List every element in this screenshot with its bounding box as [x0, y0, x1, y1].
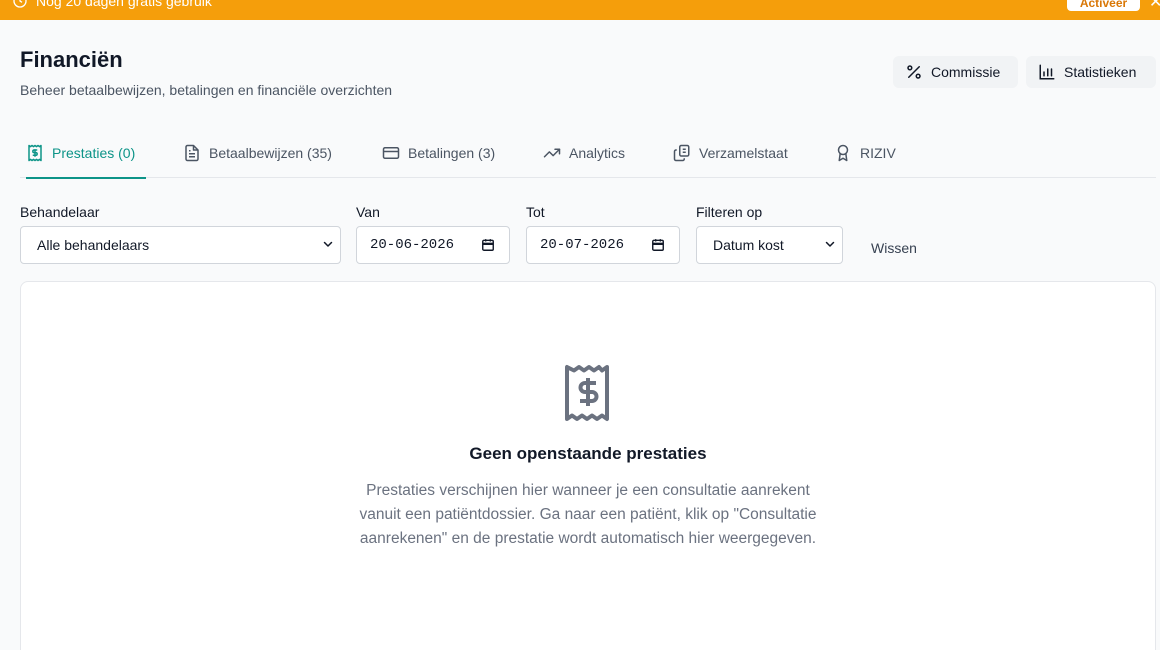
- empty-state-text: Prestaties verschijnen hier wanneer je e…: [359, 482, 817, 547]
- tab-betalingen[interactable]: Betalingen (3): [382, 128, 495, 178]
- tab-betaalbewijzen-label: Betaalbewijzen (35): [209, 145, 332, 161]
- to-date-value: 20-07-2026: [540, 237, 625, 253]
- filter-on-select[interactable]: Datum kost: [696, 226, 843, 264]
- tab-prestaties-label: Prestaties (0): [52, 145, 136, 161]
- percent-icon: [907, 65, 921, 79]
- prestaties-card: [20, 281, 1156, 650]
- tab-bar: Prestaties (0) Betaalbewijzen (35) Betal…: [20, 128, 1156, 179]
- empty-state-title: Geen openstaande prestaties: [469, 444, 707, 463]
- tab-analytics[interactable]: Analytics: [543, 128, 625, 178]
- document-icon: [185, 144, 199, 162]
- practitioner-value: Alle behandelaars: [37, 237, 150, 253]
- commission-button[interactable]: Commissie: [893, 56, 1018, 88]
- calendar-icon[interactable]: [651, 238, 665, 252]
- practitioner-select[interactable]: Alle behandelaars: [20, 226, 341, 264]
- clear-filters-button[interactable]: Wissen: [871, 240, 917, 256]
- trial-banner: Nog 20 dagen gratis gebruik Activeer ✕: [0, 0, 1160, 20]
- tab-riziv[interactable]: RIZIV: [834, 128, 896, 178]
- chevron-down-icon: [825, 241, 835, 247]
- filter-on-label: Filteren op: [696, 204, 763, 220]
- trial-banner-content: Nog 20 dagen gratis gebruik: [12, 0, 212, 9]
- practitioner-label: Behandelaar: [20, 204, 100, 220]
- tab-analytics-label: Analytics: [569, 145, 626, 161]
- commission-button-label: Commissie: [931, 64, 1001, 80]
- to-date-input[interactable]: 20-07-2026: [526, 226, 680, 264]
- bar-chart-icon: [1039, 64, 1055, 80]
- receipt-dollar-icon: [28, 144, 42, 162]
- from-date-input[interactable]: 20-06-2026: [356, 226, 510, 264]
- from-label: Van: [356, 204, 380, 220]
- tab-prestaties[interactable]: Prestaties (0): [26, 128, 146, 179]
- tab-riziv-label: RIZIV: [860, 145, 896, 161]
- page-title: Financiën: [20, 47, 123, 72]
- to-label: Tot: [526, 204, 545, 220]
- statistics-button[interactable]: Statistieken: [1026, 56, 1156, 88]
- chevron-down-icon: [323, 241, 333, 247]
- tab-betalingen-label: Betalingen (3): [408, 145, 496, 161]
- trial-banner-message: Nog 20 dagen gratis gebruik: [36, 0, 212, 9]
- from-date-value: 20-06-2026: [370, 237, 455, 253]
- trending-up-icon: [543, 148, 561, 158]
- activate-button[interactable]: Activeer: [1067, 0, 1140, 11]
- credit-card-icon: [382, 147, 400, 159]
- statistics-button-label: Statistieken: [1064, 64, 1137, 80]
- filter-on-value: Datum kost: [713, 237, 784, 253]
- tab-verzamelstaat[interactable]: Verzamelstaat: [673, 128, 788, 178]
- receipt-dollar-icon: [565, 365, 609, 421]
- tab-betaalbewijzen[interactable]: Betaalbewijzen (35): [183, 128, 332, 178]
- page-subtitle: Beheer betaalbewijzen, betalingen en fin…: [20, 82, 393, 98]
- award-icon: [837, 144, 849, 162]
- tab-verzamelstaat-label: Verzamelstaat: [699, 145, 788, 161]
- close-icon[interactable]: ✕: [1149, 0, 1160, 12]
- copy-icon: [673, 144, 690, 162]
- clock-icon: [13, 0, 27, 8]
- calendar-icon[interactable]: [481, 238, 495, 252]
